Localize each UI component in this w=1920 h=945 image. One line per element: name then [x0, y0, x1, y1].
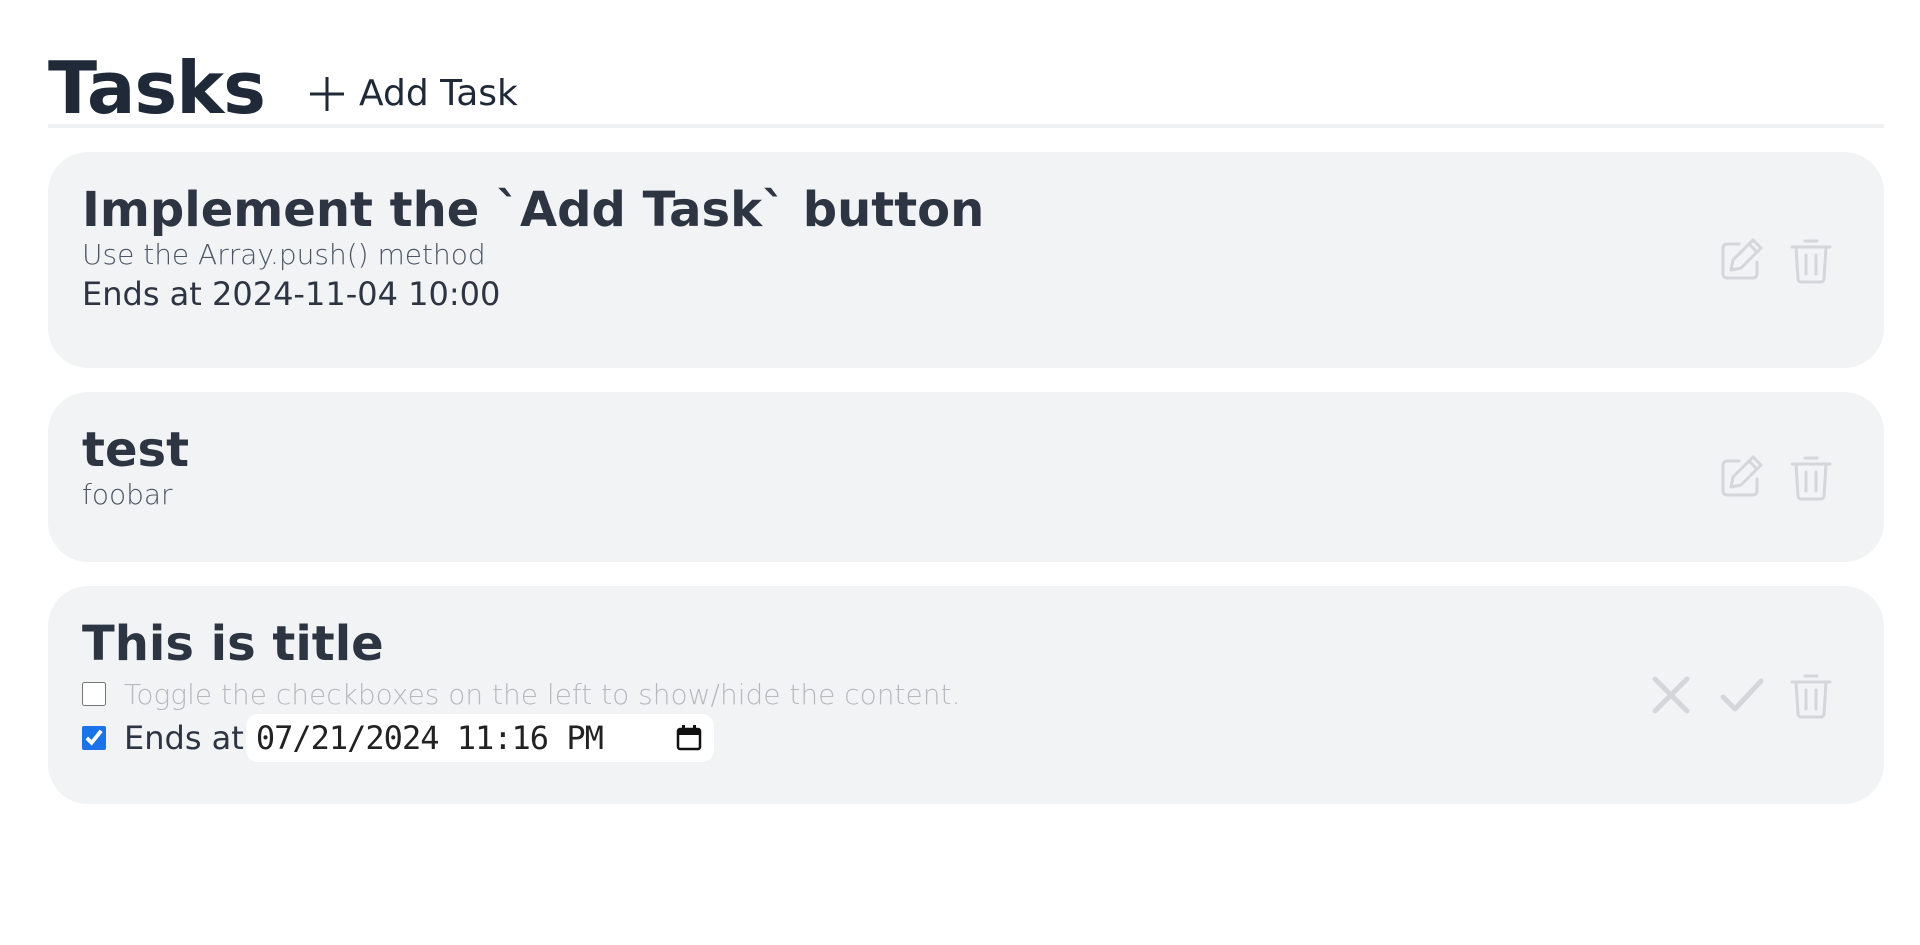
- task-description: foobar: [82, 478, 173, 511]
- ends-toggle-checkbox[interactable]: [82, 726, 106, 750]
- ends-row: Ends at 07/21/2024 11:16 PM: [82, 714, 1850, 762]
- trash-icon: [1790, 456, 1832, 501]
- delete-button[interactable]: [1786, 234, 1836, 286]
- datetime-value[interactable]: 07/21/2024 11:16 PM: [256, 719, 674, 757]
- task-title: Implement the `Add Task` button: [82, 182, 985, 238]
- task-list: Implement the `Add Task` button Use the …: [48, 152, 1884, 804]
- page-title: Tasks: [48, 46, 266, 130]
- confirm-button[interactable]: [1716, 669, 1766, 721]
- plus-icon: [310, 76, 345, 111]
- trash-icon: [1790, 674, 1832, 719]
- task-title: test: [82, 422, 190, 478]
- task-end-date: Ends at 2024-11-04 10:00: [82, 275, 501, 313]
- calendar-icon[interactable]: [674, 723, 704, 753]
- edit-button[interactable]: [1716, 451, 1766, 503]
- edit-button[interactable]: [1716, 234, 1766, 286]
- ends-label: Ends at: [124, 719, 244, 757]
- description-row: Toggle the checkboxes on the left to sho…: [82, 672, 1850, 716]
- description-placeholder[interactable]: Toggle the checkboxes on the left to sho…: [124, 678, 960, 711]
- task-actions: [1716, 234, 1836, 286]
- trash-icon: [1790, 239, 1832, 284]
- pencil-square-icon: [1721, 455, 1763, 497]
- cancel-button[interactable]: [1646, 669, 1696, 721]
- task-card-editing: This is title Toggle the checkboxes on t…: [48, 586, 1884, 804]
- task-card: test foobar: [48, 392, 1884, 562]
- description-toggle-checkbox[interactable]: [82, 682, 106, 706]
- delete-button[interactable]: [1786, 669, 1836, 721]
- task-description: Use the Array.push() method: [82, 238, 486, 271]
- check-icon: [1720, 678, 1764, 712]
- add-task-button[interactable]: Add Task: [307, 73, 518, 114]
- x-icon: [1652, 676, 1690, 714]
- datetime-input[interactable]: 07/21/2024 11:16 PM: [245, 714, 714, 762]
- tasks-page: Tasks Add Task Implement the `Add Task` …: [48, 48, 1884, 828]
- task-edit-actions: [1646, 669, 1836, 721]
- add-task-label: Add Task: [359, 73, 518, 114]
- delete-button[interactable]: [1786, 451, 1836, 503]
- task-actions: [1716, 451, 1836, 503]
- header: Tasks Add Task: [48, 48, 1884, 128]
- task-title[interactable]: This is title: [82, 616, 1850, 672]
- pencil-square-icon: [1721, 238, 1763, 280]
- task-card: Implement the `Add Task` button Use the …: [48, 152, 1884, 368]
